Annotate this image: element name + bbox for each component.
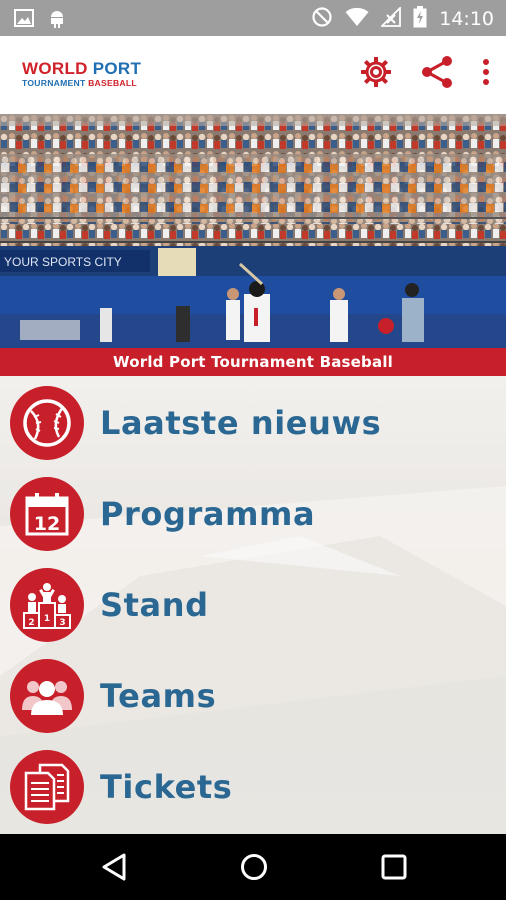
- podium-third: 3: [59, 618, 65, 628]
- podium-second: 2: [28, 618, 34, 628]
- settings-icon[interactable]: [360, 56, 392, 88]
- home-icon[interactable]: [239, 852, 269, 882]
- logo-word-tournament: TOURNAMENT: [22, 78, 86, 88]
- calendar-icon: 12: [10, 476, 84, 551]
- logo-word-world: WORLD: [22, 59, 88, 78]
- logo-word-port: PORT: [92, 59, 142, 78]
- android-icon: [48, 8, 66, 32]
- battery-charging-icon: [413, 6, 427, 32]
- menu-item-laatste-nieuws[interactable]: Laatste nieuws: [0, 377, 506, 468]
- menu-item-tickets[interactable]: Tickets: [0, 741, 506, 832]
- wifi-icon: [345, 7, 369, 31]
- menu-label-stand: Stand: [100, 585, 209, 624]
- status-bar: 14:10: [0, 0, 506, 36]
- documents-icon: [10, 749, 84, 824]
- logo-word-baseball: BASEBALL: [88, 78, 137, 88]
- calendar-day: 12: [34, 513, 60, 535]
- menu-item-programma[interactable]: 12 Programma: [0, 468, 506, 559]
- app-logo: WORLD PORT TOURNAMENT BASEBALL: [22, 59, 142, 89]
- podium-icon: 2 1 3: [10, 567, 84, 642]
- baseball-icon: [10, 385, 84, 460]
- hero-banner: World Port Tournament Baseball: [0, 348, 506, 376]
- share-icon[interactable]: [420, 56, 454, 88]
- menu-label-laatste-nieuws: Laatste nieuws: [100, 403, 382, 442]
- menu-label-programma: Programma: [100, 494, 316, 533]
- system-nav-bar: [0, 834, 506, 900]
- image-icon: [14, 9, 34, 31]
- app-bar: WORLD PORT TOURNAMENT BASEBALL: [0, 36, 506, 114]
- signal-icon: [380, 5, 402, 31]
- stadium-photo: YOUR SPORTS CITY: [0, 114, 506, 376]
- back-icon[interactable]: [100, 852, 128, 882]
- menu-label-teams: Teams: [100, 676, 217, 715]
- menu-item-stand[interactable]: 2 1 3 Stand: [0, 559, 506, 650]
- recents-icon[interactable]: [380, 852, 408, 882]
- team-icon: [10, 658, 84, 733]
- stadium-signage: YOUR SPORTS CITY: [4, 255, 122, 269]
- more-vert-icon[interactable]: [482, 58, 490, 86]
- hero-image: YOUR SPORTS CITY World Port Tournament B…: [0, 114, 506, 376]
- clock: 14:10: [439, 8, 494, 30]
- menu-label-tickets: Tickets: [100, 767, 233, 806]
- do-not-disturb-icon: [311, 6, 333, 32]
- podium-first: 1: [44, 614, 50, 624]
- main-menu: Laatste nieuws 12 Programma 2 1 3 Stand …: [0, 376, 506, 834]
- menu-item-teams[interactable]: Teams: [0, 650, 506, 741]
